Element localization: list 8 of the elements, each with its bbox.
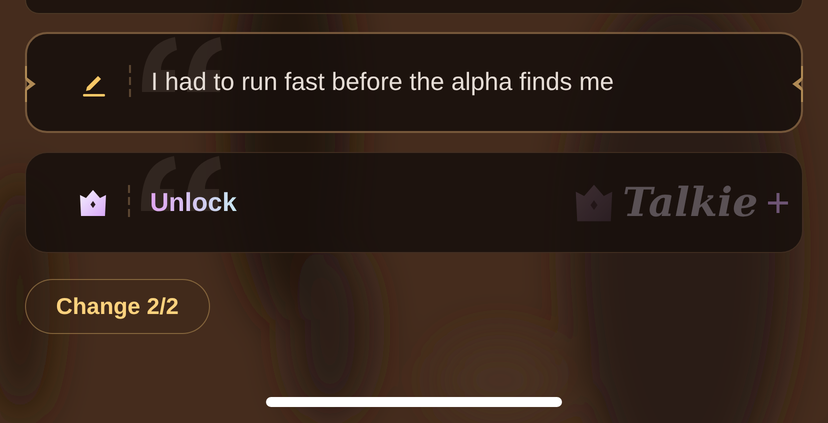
crown-icon: [78, 188, 108, 218]
change-button[interactable]: Change 2/2: [25, 279, 210, 334]
prompt-text: I had to run fast before the alpha finds me: [151, 68, 614, 97]
plus-icon: [766, 190, 790, 214]
option-card[interactable]: [25, 0, 803, 14]
option-card[interactable]: I had to run fast before the alpha finds me: [25, 32, 803, 133]
brand-logo: Talkie: [622, 179, 758, 226]
option-card[interactable]: Unlock Talkie: [25, 152, 803, 253]
